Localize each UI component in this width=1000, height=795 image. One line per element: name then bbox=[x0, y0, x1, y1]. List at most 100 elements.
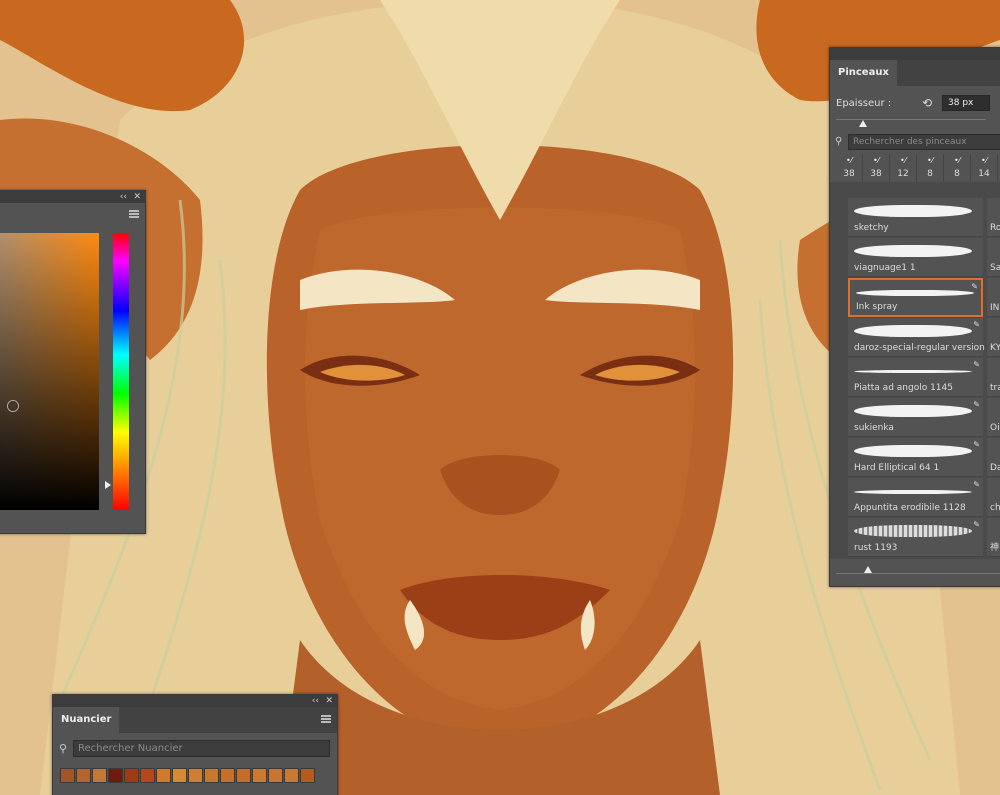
tab-bar: Nuancier bbox=[53, 707, 337, 733]
brush-name: sketchy bbox=[854, 223, 889, 233]
brush-name: Oil bbox=[990, 423, 1000, 433]
pressure-icon: ✎ bbox=[973, 400, 980, 409]
brushes-panel: Pinceaux Epaisseur : ⟲ 38 px ⚲ Recherche… bbox=[829, 47, 1000, 587]
brush-item[interactable]: IN bbox=[987, 278, 1000, 317]
size-slider-handle[interactable] bbox=[859, 120, 867, 127]
brush-name: Sa bbox=[990, 263, 1000, 273]
preview-size-slider-handle[interactable] bbox=[864, 566, 872, 573]
brush-search-input[interactable]: Rechercher des pinceaux bbox=[848, 134, 1000, 150]
brush-stroke-preview bbox=[856, 290, 974, 296]
pressure-icon: ✎ bbox=[973, 360, 980, 369]
brush-name: ch bbox=[990, 503, 1000, 513]
brush-tip-icon: •⁄ bbox=[899, 156, 907, 165]
size-input[interactable]: 38 px bbox=[942, 95, 990, 111]
collapse-icon[interactable]: ‹‹ bbox=[312, 695, 319, 707]
color-swatch[interactable] bbox=[60, 768, 75, 783]
swatch-row bbox=[60, 768, 316, 783]
brush-name: IN bbox=[990, 303, 1000, 313]
recent-brush-size: 8 bbox=[954, 169, 960, 179]
swatch-search-input[interactable]: Rechercher Nuancier bbox=[73, 740, 330, 757]
brush-item[interactable]: tra bbox=[987, 358, 1000, 397]
color-swatch[interactable] bbox=[188, 768, 203, 783]
brush-item[interactable]: Piatta ad angolo 1145 ✎ bbox=[848, 358, 983, 397]
brush-item[interactable]: daroz-special-regular version ✎ bbox=[848, 318, 985, 357]
color-swatch[interactable] bbox=[300, 768, 315, 783]
color-swatch[interactable] bbox=[220, 768, 235, 783]
swatches-panel: ‹‹ ✕ Nuancier ⚲ Rechercher Nuancier bbox=[52, 694, 338, 795]
color-swatch[interactable] bbox=[284, 768, 299, 783]
brush-item[interactable]: sukienka ✎ bbox=[848, 398, 983, 437]
brush-name: viagnuage1 1 bbox=[854, 263, 916, 273]
hue-slider-handle[interactable] bbox=[105, 481, 111, 489]
brush-item[interactable]: KY bbox=[987, 318, 1000, 357]
brush-item[interactable]: Hard Elliptical 64 1 ✎ bbox=[848, 438, 983, 477]
pressure-icon: ✎ bbox=[971, 282, 978, 291]
color-swatch[interactable] bbox=[108, 768, 123, 783]
brush-list: sketchy Ro viagnuage1 1 Sa Ink spray ✎ IN daroz… bbox=[830, 182, 1000, 559]
brush-item[interactable]: Appuntita erodibile 1128 ✎ bbox=[848, 478, 983, 517]
color-swatch[interactable] bbox=[204, 768, 219, 783]
color-swatch[interactable] bbox=[236, 768, 251, 783]
panel-topbar: ‹‹ ✕ bbox=[0, 191, 145, 203]
brush-stroke-preview bbox=[854, 325, 972, 337]
brush-name: Ro bbox=[990, 223, 1000, 233]
close-icon[interactable]: ✕ bbox=[325, 695, 333, 707]
color-swatch[interactable] bbox=[92, 768, 107, 783]
saturation-brightness-field[interactable] bbox=[0, 233, 99, 510]
panel-menu-icon[interactable] bbox=[129, 210, 139, 218]
reset-icon[interactable]: ⟲ bbox=[922, 96, 936, 110]
tab-bar: Pinceaux bbox=[830, 60, 1000, 86]
color-swatch[interactable] bbox=[76, 768, 91, 783]
brush-name: Da bbox=[990, 463, 1000, 473]
brush-item[interactable]: rust 1193 ✎ bbox=[848, 518, 983, 557]
recent-brush[interactable]: •⁄ 8 bbox=[917, 154, 944, 182]
collapse-icon[interactable]: ‹‹ bbox=[120, 191, 127, 203]
color-swatch[interactable] bbox=[140, 768, 155, 783]
brush-item[interactable]: Ro bbox=[987, 198, 1000, 237]
brush-item[interactable]: sketchy bbox=[848, 198, 983, 237]
brush-name: Ink spray bbox=[856, 302, 898, 312]
color-swatch[interactable] bbox=[156, 768, 171, 783]
brush-item[interactable]: ch bbox=[987, 478, 1000, 517]
size-label: Epaisseur : bbox=[836, 98, 892, 109]
hue-slider-bar[interactable] bbox=[113, 233, 129, 510]
recent-brush[interactable]: •⁄ 12 bbox=[890, 154, 917, 182]
recent-brush-size: 38 bbox=[870, 169, 882, 179]
tab-brushes[interactable]: Pinceaux bbox=[830, 60, 897, 86]
brush-name: rust 1193 bbox=[854, 543, 898, 553]
brush-item[interactable]: 神 bbox=[987, 518, 1000, 557]
recent-brush[interactable]: •⁄ 38 bbox=[863, 154, 890, 182]
brush-name: sukienka bbox=[854, 423, 894, 433]
brush-name: tra bbox=[990, 383, 1000, 393]
color-cursor[interactable] bbox=[8, 401, 18, 411]
preview-size-slider-track[interactable] bbox=[836, 573, 1000, 574]
brush-stroke-preview bbox=[854, 490, 972, 494]
color-swatch[interactable] bbox=[124, 768, 139, 783]
color-swatch[interactable] bbox=[252, 768, 267, 783]
color-swatch[interactable] bbox=[268, 768, 283, 783]
brush-stroke-preview bbox=[854, 370, 972, 373]
brush-item[interactable]: Oil bbox=[987, 398, 1000, 437]
brush-tip-icon: •⁄ bbox=[926, 156, 934, 165]
close-icon[interactable]: ✕ bbox=[133, 191, 141, 203]
panel-topbar: ‹‹ ✕ bbox=[53, 695, 337, 707]
brush-name: Piatta ad angolo 1145 bbox=[854, 383, 953, 393]
recent-brush-size: 14 bbox=[978, 169, 990, 179]
color-picker-panel: ‹‹ ✕ bbox=[0, 190, 146, 534]
brush-item[interactable]: Sa bbox=[987, 238, 1000, 277]
recent-brush[interactable]: •⁄ 8 bbox=[944, 154, 971, 182]
pressure-icon: ✎ bbox=[973, 520, 980, 529]
tab-swatches[interactable]: Nuancier bbox=[53, 707, 120, 733]
brush-tip-icon: •⁄ bbox=[980, 156, 988, 165]
brush-item[interactable]: Da bbox=[987, 438, 1000, 477]
color-swatch[interactable] bbox=[172, 768, 187, 783]
recent-brush[interactable]: •⁄ 38 bbox=[836, 154, 863, 182]
panel-menu-icon[interactable] bbox=[321, 715, 331, 723]
recent-brush[interactable]: •⁄ 14 bbox=[971, 154, 998, 182]
brush-stroke-preview bbox=[854, 405, 972, 417]
brush-item[interactable]: Ink spray ✎ bbox=[848, 278, 983, 317]
brush-item[interactable]: viagnuage1 1 bbox=[848, 238, 983, 277]
brush-tip-icon: •⁄ bbox=[845, 156, 853, 165]
pressure-icon: ✎ bbox=[973, 440, 980, 449]
recent-brush-size: 12 bbox=[897, 169, 909, 179]
